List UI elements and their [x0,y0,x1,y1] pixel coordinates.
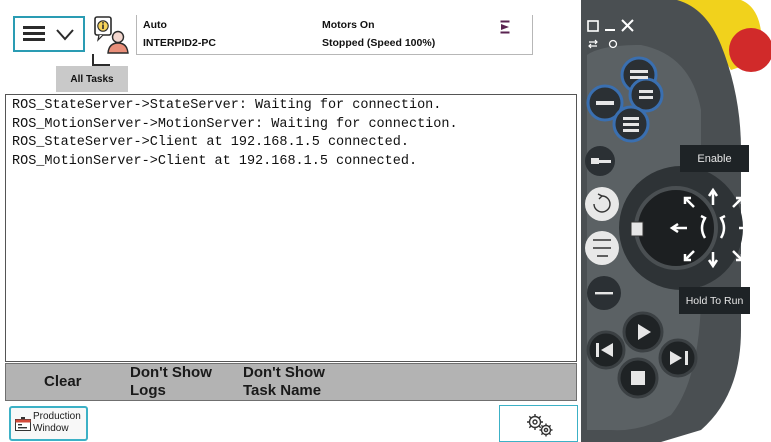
hold-to-run-button[interactable]: Hold To Run [679,287,750,314]
button-label-line: Don't Show [243,364,325,381]
button-label-line: Don't Show [130,364,212,381]
motors-state: Motors On [322,19,375,31]
swap-icon[interactable] [588,39,598,49]
log-toolbar: Clear Don't Show Logs Don't Show Task Na… [5,363,577,401]
controller-name: INTERPID2-PC [143,37,216,49]
emergency-stop-button[interactable] [729,28,771,72]
operating-mode: Auto [143,19,167,31]
production-window-button[interactable]: Production Window [9,406,88,441]
dont-show-task-name-button[interactable]: Don't Show Task Name [243,364,325,400]
dont-show-logs-button[interactable]: Don't Show Logs [130,364,212,400]
pendant-tool-icons [588,39,618,49]
main-menu-button[interactable] [13,16,85,52]
clear-button[interactable]: Clear [44,373,82,391]
bottom-bar: Production Window [0,401,581,442]
log-line: ROS_MotionServer->Client at 192.168.1.5 … [12,153,418,169]
flexpendant-screen: All Tasks Auto INTERPID2-PC Motors On St… [0,0,581,442]
program-state: Stopped (Speed 100%) [322,37,436,49]
hamburger-icon [23,26,45,42]
camera-icon[interactable] [608,39,618,49]
enable-button[interactable]: Enable [680,145,749,172]
chevron-down-icon [56,29,74,41]
log-line: ROS_StateServer->StateServer: Waiting fo… [12,98,442,113]
close-icon[interactable] [621,19,634,32]
quickset-button[interactable] [499,405,578,442]
motion-mode-button[interactable] [585,187,619,221]
gears-icon [527,414,553,437]
event-log-panel[interactable]: ROS_StateServer->StateServer: Waiting fo… [5,94,577,362]
virtual-flexpendant-panel: Enable Hold To Run [581,0,771,442]
button-label-line: Logs [130,382,166,399]
task-info-icon[interactable] [92,15,130,55]
tab-connector [92,54,110,66]
minimize-icon[interactable] [605,29,615,31]
production-window-label: Production [33,411,81,422]
button-label-line: Task Name [243,382,322,399]
restore-icon[interactable] [587,20,599,32]
status-bar[interactable]: Auto INTERPID2-PC Motors On Stopped (Spe… [136,15,533,55]
production-window-icon [15,417,31,431]
log-line: ROS_StateServer->Client at 192.168.1.5 c… [12,135,409,150]
log-line: ROS_MotionServer->MotionServer: Waiting … [12,116,458,132]
program-status-icon [500,20,510,34]
window-controls [587,19,634,32]
production-window-label: Window [33,423,69,434]
tab-all-tasks[interactable]: All Tasks [56,66,128,92]
